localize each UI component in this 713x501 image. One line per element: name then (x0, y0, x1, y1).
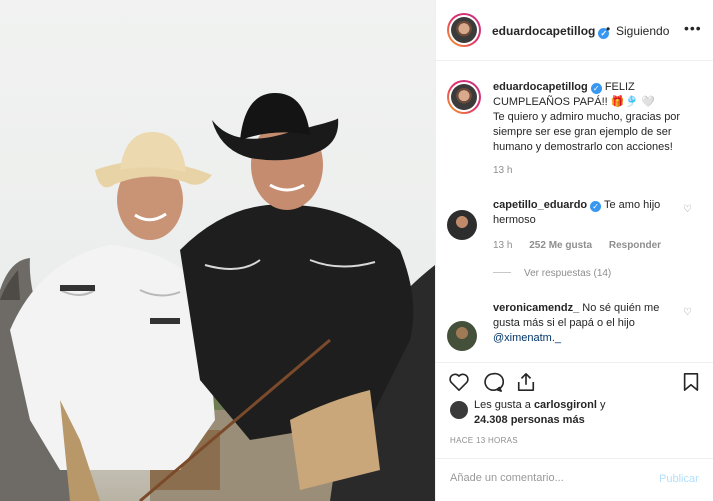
caption-time[interactable]: 13 h (493, 165, 512, 176)
comment-like-heart-icon[interactable]: ♡ (683, 307, 692, 318)
liker-username[interactable]: carlosgironl (534, 399, 597, 411)
comment-time[interactable]: 13 h (493, 240, 512, 251)
follow-button[interactable]: Siguiendo (616, 24, 669, 38)
more-options-icon[interactable]: ••• (684, 20, 702, 36)
author-avatar[interactable] (447, 13, 481, 47)
caption-avatar[interactable] (447, 80, 481, 114)
caption-line2: Te quiero y admiro mucho, gracias por si… (493, 111, 681, 153)
caption-text: eduardocapetillog ✓ FELIZ CUMPLEAÑOS PAPÁ… (493, 80, 695, 155)
comment-text: veronicamendz_ No sé quién me gusta más … (493, 301, 673, 346)
publish-button[interactable]: Publicar (659, 473, 699, 485)
likes-count[interactable]: 24.308 personas más (474, 414, 585, 426)
comment-username[interactable]: capetillo_eduardo (493, 199, 587, 211)
likes-conj: y (599, 399, 606, 411)
bookmark-icon[interactable] (682, 372, 700, 395)
verified-badge-icon: ✓ (590, 201, 602, 212)
likes-prefix: Les gusta a (474, 399, 531, 411)
comment-like-heart-icon[interactable]: ♡ (683, 204, 692, 215)
man-left-pocket-2 (150, 318, 180, 324)
comment-icon[interactable] (482, 372, 505, 395)
post-photo-illustration (0, 93, 435, 501)
comment-username[interactable]: veronicamendz_ (493, 302, 579, 314)
comment-meta: 13 h 252 Me gusta Responder (493, 240, 675, 251)
likes-text: Les gusta a carlosgironl y 24.308 person… (474, 398, 605, 428)
comment-avatar[interactable] (447, 210, 477, 240)
comment-avatar[interactable] (447, 321, 477, 351)
post-photo[interactable] (0, 0, 435, 501)
man-left-shirt (10, 245, 215, 470)
author-username-text[interactable]: eduardocapetillog (492, 24, 595, 38)
header-separator: • (606, 22, 611, 36)
caption-username[interactable]: eduardocapetillog (493, 81, 588, 93)
man-left-pocket (60, 285, 95, 291)
post-timestamp[interactable]: HACE 13 HORAS (450, 436, 518, 445)
comment-text: capetillo_eduardo ✓ Te amo hijo hermoso (493, 198, 673, 228)
replies-line (493, 272, 511, 273)
verified-badge-icon: ✓ (590, 83, 602, 94)
post-side-panel: eduardocapetillog ✓ • Siguiendo ••• eduar… (435, 0, 713, 501)
caption-meta: 13 h (493, 165, 526, 176)
comment-likes[interactable]: 252 Me gusta (529, 240, 592, 251)
post-actions (436, 362, 713, 402)
comment-mention[interactable]: @ximenatm._ (493, 332, 561, 344)
post-header: eduardocapetillog ✓ • Siguiendo ••• (436, 0, 713, 61)
view-replies-label[interactable]: Ver respuestas (14) (524, 268, 611, 279)
view-replies-button[interactable]: Ver respuestas (14) (493, 268, 611, 279)
heart-icon[interactable] (448, 372, 470, 395)
share-icon[interactable] (515, 372, 537, 395)
man-left-hat-crown (120, 132, 186, 172)
liker-avatar[interactable] (450, 401, 468, 419)
reply-button[interactable]: Responder (609, 240, 661, 251)
add-comment-bar: Publicar (436, 458, 713, 501)
comment-input[interactable] (450, 472, 640, 484)
author-username[interactable]: eduardocapetillog ✓ (492, 24, 610, 39)
